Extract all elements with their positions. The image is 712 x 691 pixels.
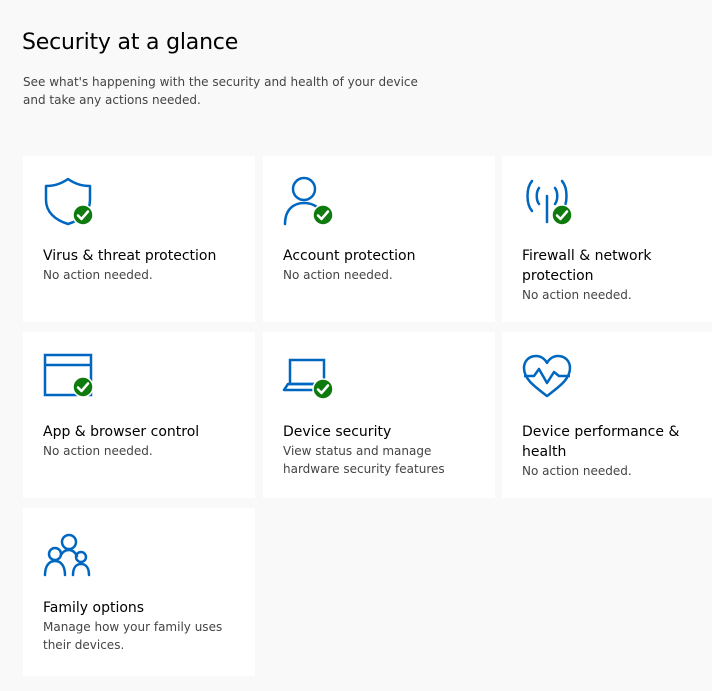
- page-title: Security at a glance: [22, 30, 239, 55]
- tile-title: Virus & threat protection: [43, 248, 217, 264]
- check-badge-icon: [312, 378, 334, 400]
- tile-title: Firewall & network protection: [522, 248, 652, 284]
- tile-status: No action needed.: [522, 288, 632, 302]
- tile-device-security[interactable]: Device security View status and manage h…: [263, 332, 495, 498]
- tile-title: Device performance & health: [522, 424, 680, 460]
- tile-title: Account protection: [283, 248, 416, 264]
- tile-family-options[interactable]: Family options Manage how your family us…: [23, 508, 255, 676]
- check-badge-icon: [72, 204, 94, 226]
- family-icon: [41, 528, 97, 578]
- tile-status: View status and manage hardware security…: [283, 444, 445, 476]
- tile-status: No action needed.: [43, 444, 153, 458]
- tile-status: Manage how your family uses their device…: [43, 620, 223, 652]
- tile-status: No action needed.: [43, 268, 153, 282]
- tile-device-performance-health[interactable]: Device performance & health No action ne…: [502, 332, 712, 498]
- tile-app-browser-control[interactable]: App & browser control No action needed.: [23, 332, 255, 498]
- check-badge-icon: [551, 204, 573, 226]
- heart-pulse-icon: [520, 352, 576, 402]
- check-badge-icon: [72, 376, 94, 398]
- tile-virus-threat-protection[interactable]: Virus & threat protection No action need…: [23, 156, 255, 322]
- check-badge-icon: [312, 204, 334, 226]
- tile-title: App & browser control: [43, 424, 200, 440]
- tile-status: No action needed.: [283, 268, 393, 282]
- tile-title: Device security: [283, 424, 392, 440]
- page-subtitle: See what's happening with the security a…: [23, 75, 418, 107]
- tile-account-protection[interactable]: Account protection No action needed.: [263, 156, 495, 322]
- tile-firewall-network-protection[interactable]: Firewall & network protection No action …: [502, 156, 712, 322]
- tile-title: Family options: [43, 600, 145, 616]
- tile-status: No action needed.: [522, 464, 632, 478]
